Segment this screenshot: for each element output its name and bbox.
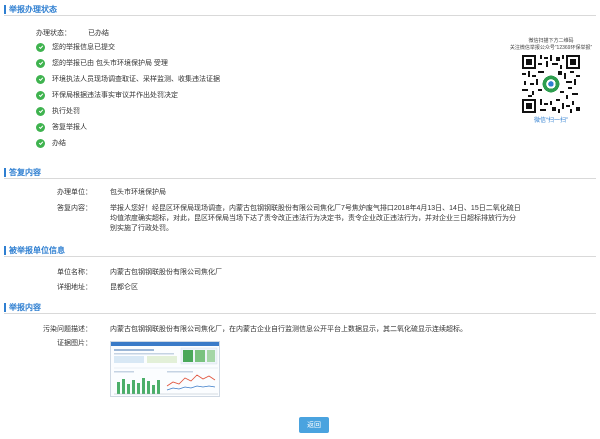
section-reply-header: 答复内容 xyxy=(4,167,596,179)
report-problem-value: 内蒙古包钢钢联股份有限公司焦化厂，在内蒙古企业自行监测信息公开平台上数据显示，其… xyxy=(110,326,467,333)
section-report-title: 举报内容 xyxy=(9,303,41,312)
progress-step-label: 执行处罚 xyxy=(52,108,80,115)
reply-content-label: 答复内容： xyxy=(57,205,92,212)
evidence-image-graphic xyxy=(111,342,219,396)
progress-step-label: 您的举报已由 包头市环境保护局 受理 xyxy=(52,60,168,67)
section-status-header: 举报办理状态 xyxy=(4,4,596,16)
report-problem-row: 污染问题描述： 内蒙古包钢钢联股份有限公司焦化厂，在内蒙古企业自行监测信息公开平… xyxy=(28,325,467,335)
reported-addr-row: 详细地址： 昆都仑区 xyxy=(28,283,138,293)
back-button[interactable]: 返回 xyxy=(299,417,329,433)
progress-step: 环境执法人员现场调查取证、采样监测、收集违法证据 xyxy=(36,74,220,84)
section-report-header: 举报内容 xyxy=(4,302,596,314)
check-icon xyxy=(36,42,45,52)
report-problem-label: 污染问题描述： xyxy=(43,326,92,333)
progress-step: 答复举报人 xyxy=(36,122,87,132)
section-reply-title: 答复内容 xyxy=(9,168,41,177)
progress-step-label: 您的举报信息已提交 xyxy=(52,44,115,51)
progress-step: 环保局根据违法事实审议并作出处罚决定 xyxy=(36,90,178,100)
section-reported-header: 被举报单位信息 xyxy=(4,245,596,257)
check-icon xyxy=(36,74,45,84)
evidence-image[interactable] xyxy=(110,341,220,397)
reply-content-row: 答复内容： 举报人您好！经昆区环保局现场调查，内蒙古包钢钢联股份有限公司焦化厂7… xyxy=(28,204,522,234)
qr-block: 微信扫描下方二维码 关注微信举报公众号“12369环保举报” 微信“扫一扫” xyxy=(508,38,594,124)
status-label: 办理状态： xyxy=(36,30,71,37)
check-icon xyxy=(36,106,45,116)
status-row: 办理状态： 已办结 xyxy=(36,29,109,39)
report-image-row: 证据图片： xyxy=(28,339,92,349)
reply-unit-row: 办理单位： 包头市环境保护局 xyxy=(28,188,166,198)
check-icon xyxy=(36,122,45,132)
qr-code-icon xyxy=(522,55,580,113)
section-accent-bar xyxy=(4,246,6,255)
check-icon xyxy=(36,58,45,68)
progress-step: 执行处罚 xyxy=(36,106,80,116)
progress-step-label: 环境执法人员现场调查取证、采样监测、收集违法证据 xyxy=(52,76,220,83)
report-image-label: 证据图片： xyxy=(57,340,92,347)
section-status-title: 举报办理状态 xyxy=(9,5,57,14)
qr-caption-1: 微信扫描下方二维码 xyxy=(528,38,574,44)
reply-unit-label: 办理单位： xyxy=(57,189,92,196)
reply-content-value: 举报人您好！经昆区环保局现场调查，内蒙古包钢钢联股份有限公司焦化厂7号焦炉废气排… xyxy=(110,205,521,232)
progress-step: 办结 xyxy=(36,138,66,148)
section-accent-bar xyxy=(4,168,6,177)
progress-step: 您的举报信息已提交 xyxy=(36,42,115,52)
progress-step-label: 办结 xyxy=(52,140,66,147)
reported-name-label: 单位名称： xyxy=(57,269,92,276)
section-reported-title: 被举报单位信息 xyxy=(9,246,65,255)
section-accent-bar xyxy=(4,303,6,312)
qr-scan-hint: 微信“扫一扫” xyxy=(534,118,568,124)
section-accent-bar xyxy=(4,5,6,14)
status-value: 已办结 xyxy=(88,30,109,37)
reported-name-row: 单位名称： 内蒙古包钢钢联股份有限公司焦化厂 xyxy=(28,268,222,278)
reply-unit-value: 包头市环境保护局 xyxy=(110,189,166,196)
progress-step-label: 环保局根据违法事实审议并作出处罚决定 xyxy=(52,92,178,99)
progress-step-label: 答复举报人 xyxy=(52,124,87,131)
reported-name-value: 内蒙古包钢钢联股份有限公司焦化厂 xyxy=(110,269,222,276)
reported-addr-value: 昆都仑区 xyxy=(110,284,138,291)
check-icon xyxy=(36,138,45,148)
reported-addr-label: 详细地址： xyxy=(57,284,92,291)
qr-caption-2: 关注微信举报公众号“12369环保举报” xyxy=(509,45,593,51)
progress-step: 您的举报已由 包头市环境保护局 受理 xyxy=(36,58,168,68)
check-icon xyxy=(36,90,45,100)
